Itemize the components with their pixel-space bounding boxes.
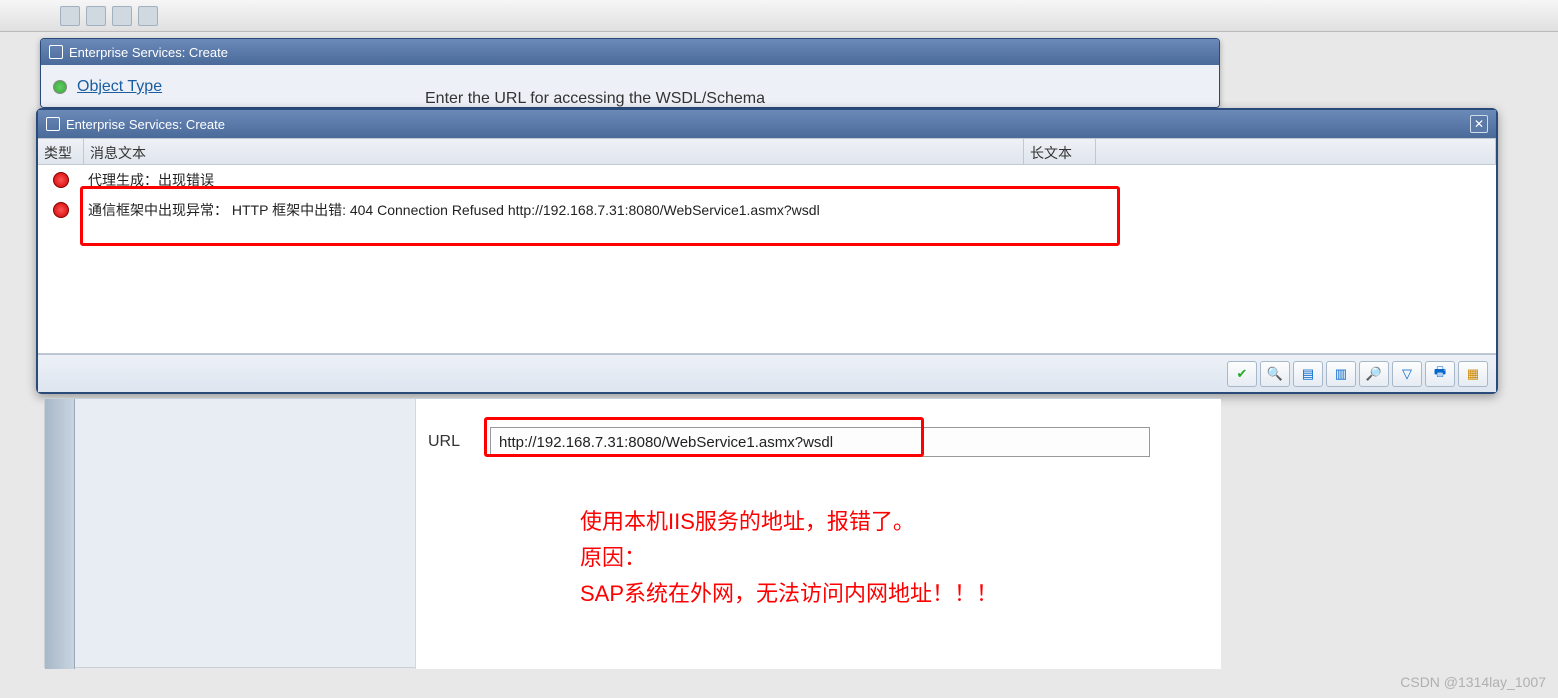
- message-text: 通信框架中出现异常： HTTP 框架中出错: 404 Connection Re…: [84, 200, 1496, 220]
- dialog-back-title: Enterprise Services: Create: [69, 45, 228, 60]
- dialog-bottom-toolbar: ✔ 🔍 ▤ ▥ 🔎 ▽ 🖶 ▦: [38, 354, 1496, 392]
- dialog-front: Enterprise Services: Create ✕ 类型 消息文本 长文…: [36, 108, 1498, 394]
- sort-desc-icon: ▥: [1335, 366, 1347, 382]
- top-toolbar: [0, 0, 1558, 32]
- layout-button[interactable]: ▦: [1458, 361, 1488, 387]
- wsdl-prompt: Enter the URL for accessing the WSDL/Sch…: [425, 90, 765, 108]
- url-row: URL: [428, 427, 1150, 457]
- object-type-link[interactable]: Object Type: [77, 78, 162, 96]
- close-button[interactable]: ✕: [1470, 115, 1488, 133]
- sort-asc-icon: ▤: [1302, 366, 1314, 382]
- message-row[interactable]: 通信框架中出现异常： HTTP 框架中出错: 404 Connection Re…: [38, 195, 1496, 225]
- find-button[interactable]: 🔎: [1359, 361, 1389, 387]
- col-pad: [1096, 139, 1496, 164]
- message-grid-header: 类型 消息文本 长文本: [38, 139, 1496, 165]
- message-row[interactable]: 代理生成：出现错误: [38, 165, 1496, 195]
- check-button[interactable]: ✔: [1227, 361, 1257, 387]
- search-icon: 🔍: [1267, 366, 1283, 382]
- status-cell: [38, 202, 84, 218]
- find-icon: 🔎: [1366, 366, 1382, 382]
- dialog-front-title: Enterprise Services: Create: [66, 117, 225, 132]
- message-grid: 类型 消息文本 长文本 代理生成：出现错误 通信框架中出现异常： HTTP 框架…: [38, 138, 1496, 354]
- sort-asc-button[interactable]: ▤: [1293, 361, 1323, 387]
- annotation-line-3: SAP系统在外网，无法访问内网地址！！！: [580, 576, 998, 612]
- filter-icon: ▽: [1402, 366, 1412, 382]
- close-icon: ✕: [1474, 117, 1484, 131]
- check-icon: ✔: [1237, 366, 1248, 382]
- url-label: URL: [428, 433, 474, 451]
- filter-button[interactable]: ▽: [1392, 361, 1422, 387]
- col-text[interactable]: 消息文本: [84, 139, 1024, 164]
- toolbar-icon[interactable]: [86, 6, 106, 26]
- dialog-front-titlebar[interactable]: Enterprise Services: Create ✕: [38, 110, 1496, 138]
- error-icon: [53, 172, 69, 188]
- annotation-line-2: 原因：: [580, 540, 998, 576]
- layout-icon: ▦: [1467, 366, 1479, 382]
- top-toolbar-icons: [60, 6, 158, 26]
- message-text: 代理生成：出现错误: [84, 170, 1496, 190]
- toolbar-icon[interactable]: [138, 6, 158, 26]
- dialog-back-titlebar[interactable]: Enterprise Services: Create: [41, 39, 1219, 65]
- window-icon: [46, 117, 60, 131]
- print-button[interactable]: 🖶: [1425, 361, 1455, 387]
- error-icon: [53, 202, 69, 218]
- print-icon: 🖶: [1434, 363, 1446, 385]
- col-type[interactable]: 类型: [38, 139, 84, 164]
- window-icon: [49, 45, 63, 59]
- toolbar-icon[interactable]: [112, 6, 132, 26]
- sort-desc-button[interactable]: ▥: [1326, 361, 1356, 387]
- status-cell: [38, 172, 84, 188]
- left-nav-strip: [45, 399, 75, 669]
- search-button[interactable]: 🔍: [1260, 361, 1290, 387]
- toolbar-icon[interactable]: [60, 6, 80, 26]
- url-input[interactable]: [490, 427, 1150, 457]
- watermark: CSDN @1314lay_1007: [1400, 674, 1546, 690]
- status-green-icon: [53, 80, 67, 94]
- annotation-line-1: 使用本机IIS服务的地址，报错了。: [580, 504, 998, 540]
- annotation-text: 使用本机IIS服务的地址，报错了。 原因： SAP系统在外网，无法访问内网地址！…: [580, 504, 998, 612]
- col-long[interactable]: 长文本: [1024, 139, 1096, 164]
